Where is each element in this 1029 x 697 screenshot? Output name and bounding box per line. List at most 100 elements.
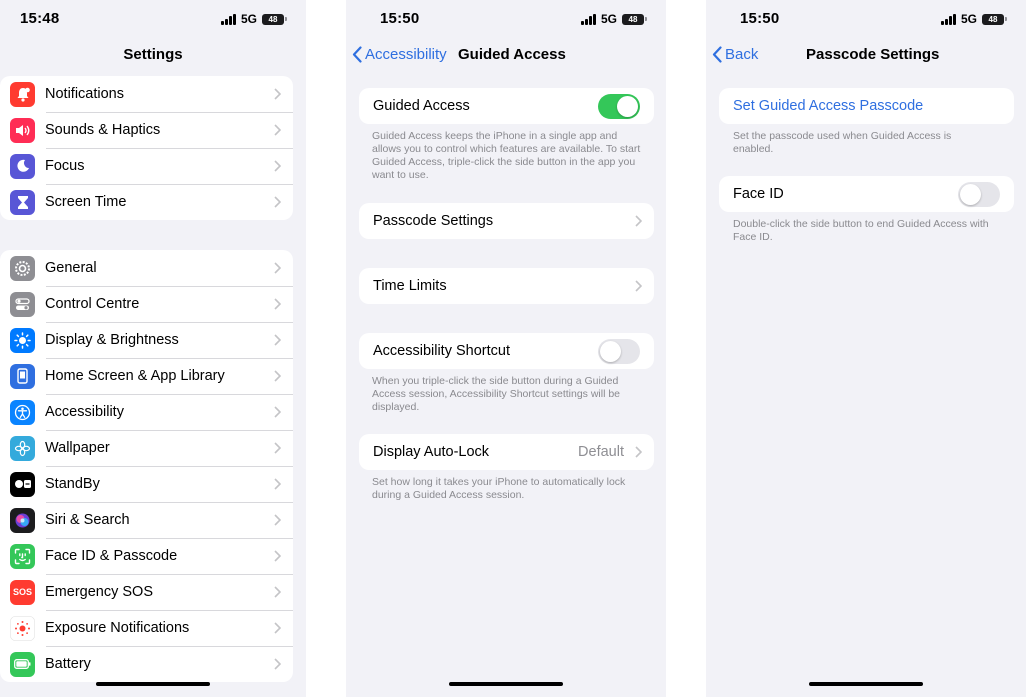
chevron-right-icon: [274, 658, 281, 670]
accessibility-icon: [10, 399, 35, 425]
settings-item-control-centre[interactable]: Control Centre: [0, 286, 293, 322]
battery-icon: 48: [262, 13, 287, 25]
settings-item-screen-time[interactable]: Screen Time: [0, 184, 293, 220]
chevron-right-icon: [274, 370, 281, 382]
settings-screen: 15:48 5G 48 Settings Notifications Sound…: [0, 0, 306, 697]
guided-access-footer: Guided Access keeps the iPhone in a sing…: [372, 130, 641, 181]
flower-icon: [10, 435, 35, 461]
home-indicator[interactable]: [449, 682, 563, 686]
chevron-left-icon: [352, 46, 362, 63]
display-auto-lock-footer: Set how long it takes your iPhone to aut…: [372, 476, 626, 501]
display-auto-lock-row[interactable]: Display Auto-Lock Default: [359, 434, 654, 470]
signal-icon: [941, 13, 956, 25]
status-bar: 15:50 5G 48: [706, 0, 1026, 38]
page-title: Passcode Settings: [806, 46, 940, 63]
status-bar: 15:50 5G 48: [346, 0, 666, 38]
settings-group-1: Notifications Sounds & Haptics Focus Scr…: [0, 76, 293, 220]
settings-item-notifications[interactable]: Notifications: [0, 76, 293, 112]
chevron-right-icon: [274, 442, 281, 454]
accessibility-shortcut-toggle[interactable]: [598, 339, 640, 364]
set-passcode-footer: Set the passcode used when Guided Access…: [733, 130, 952, 155]
bell-icon: [10, 81, 35, 107]
passcode-settings-group: Passcode Settings: [359, 203, 654, 239]
sun-icon: [10, 327, 35, 353]
settings-item-accessibility[interactable]: Accessibility: [0, 394, 293, 430]
accessibility-shortcut-group: Accessibility Shortcut: [359, 333, 654, 369]
home-indicator[interactable]: [809, 682, 923, 686]
accessibility-shortcut-row: Accessibility Shortcut: [359, 333, 654, 369]
time-limits-group: Time Limits: [359, 268, 654, 304]
status-bar: 15:48 5G 48: [0, 0, 306, 38]
face-id-group: Face ID: [719, 176, 1014, 212]
chevron-right-icon: [274, 298, 281, 310]
settings-item-wallpaper[interactable]: Wallpaper: [0, 430, 293, 466]
chevron-left-icon: [712, 46, 722, 63]
set-passcode-group: Set Guided Access Passcode: [719, 88, 1014, 124]
settings-group-2: General Control Centre Display & Brightn…: [0, 250, 293, 682]
status-time: 15:48: [20, 10, 60, 27]
display-auto-lock-group: Display Auto-Lock Default: [359, 434, 654, 470]
status-time: 15:50: [380, 10, 420, 27]
gear-icon: [10, 255, 35, 281]
display-auto-lock-value: Default: [578, 444, 624, 460]
face-id-row: Face ID: [719, 176, 1014, 212]
chevron-right-icon: [274, 514, 281, 526]
time-limits-row[interactable]: Time Limits: [359, 268, 654, 304]
phone-grid-icon: [10, 363, 35, 389]
network-label: 5G: [600, 12, 617, 26]
guided-access-row: Guided Access: [359, 88, 654, 124]
guided-access-group: Guided Access: [359, 88, 654, 124]
network-label: 5G: [240, 12, 257, 26]
chevron-right-icon: [274, 622, 281, 634]
settings-item-face-id-passcode[interactable]: Face ID & Passcode: [0, 538, 293, 574]
face-id-footer: Double-click the side button to end Guid…: [733, 218, 989, 243]
home-indicator[interactable]: [96, 682, 210, 686]
chevron-right-icon: [274, 586, 281, 598]
settings-item-focus[interactable]: Focus: [0, 148, 293, 184]
settings-item-general[interactable]: General: [0, 250, 293, 286]
chevron-right-icon: [274, 406, 281, 418]
settings-item-battery[interactable]: Battery: [0, 646, 293, 682]
back-button[interactable]: Back: [712, 46, 758, 63]
settings-item-exposure-notifications[interactable]: Exposure Notifications: [0, 610, 293, 646]
settings-item-sounds-haptics[interactable]: Sounds & Haptics: [0, 112, 293, 148]
chevron-right-icon: [635, 215, 642, 227]
chevron-right-icon: [274, 160, 281, 172]
page-title: Guided Access: [458, 46, 566, 63]
signal-icon: [581, 13, 596, 25]
chevron-right-icon: [274, 334, 281, 346]
passcode-settings-screen: 15:50 5G 48 Back Passcode Settings Set G…: [706, 0, 1026, 697]
settings-item-emergency-sos[interactable]: SOS Emergency SOS: [0, 574, 293, 610]
chevron-right-icon: [274, 88, 281, 100]
guided-access-toggle[interactable]: [598, 94, 640, 119]
battery-icon: 48: [622, 13, 647, 25]
set-guided-access-passcode-button[interactable]: Set Guided Access Passcode: [719, 88, 1014, 124]
sos-icon: SOS: [10, 579, 35, 605]
chevron-right-icon: [274, 196, 281, 208]
face-id-icon: [10, 543, 35, 569]
chevron-right-icon: [274, 124, 281, 136]
page-title: Settings: [123, 46, 183, 63]
face-id-toggle[interactable]: [958, 182, 1000, 207]
status-time: 15:50: [740, 10, 780, 27]
battery-icon: 48: [982, 13, 1007, 25]
settings-item-standby[interactable]: StandBy: [0, 466, 293, 502]
passcode-settings-row[interactable]: Passcode Settings: [359, 203, 654, 239]
settings-item-siri-search[interactable]: Siri & Search: [0, 502, 293, 538]
signal-icon: [221, 13, 236, 25]
guided-access-screen: 15:50 5G 48 Accessibility Guided Access …: [346, 0, 666, 697]
chevron-right-icon: [274, 478, 281, 490]
moon-icon: [10, 153, 35, 179]
speaker-icon: [10, 117, 35, 143]
chevron-right-icon: [635, 446, 642, 458]
exposure-icon: [10, 615, 35, 641]
settings-item-display-brightness[interactable]: Display & Brightness: [0, 322, 293, 358]
siri-icon: [10, 507, 35, 533]
chevron-right-icon: [635, 280, 642, 292]
hourglass-icon: [10, 189, 35, 215]
chevron-right-icon: [274, 262, 281, 274]
chevron-right-icon: [274, 550, 281, 562]
settings-item-home-screen[interactable]: Home Screen & App Library: [0, 358, 293, 394]
back-button[interactable]: Accessibility: [352, 46, 447, 63]
accessibility-shortcut-footer: When you triple-click the side button du…: [372, 375, 621, 413]
